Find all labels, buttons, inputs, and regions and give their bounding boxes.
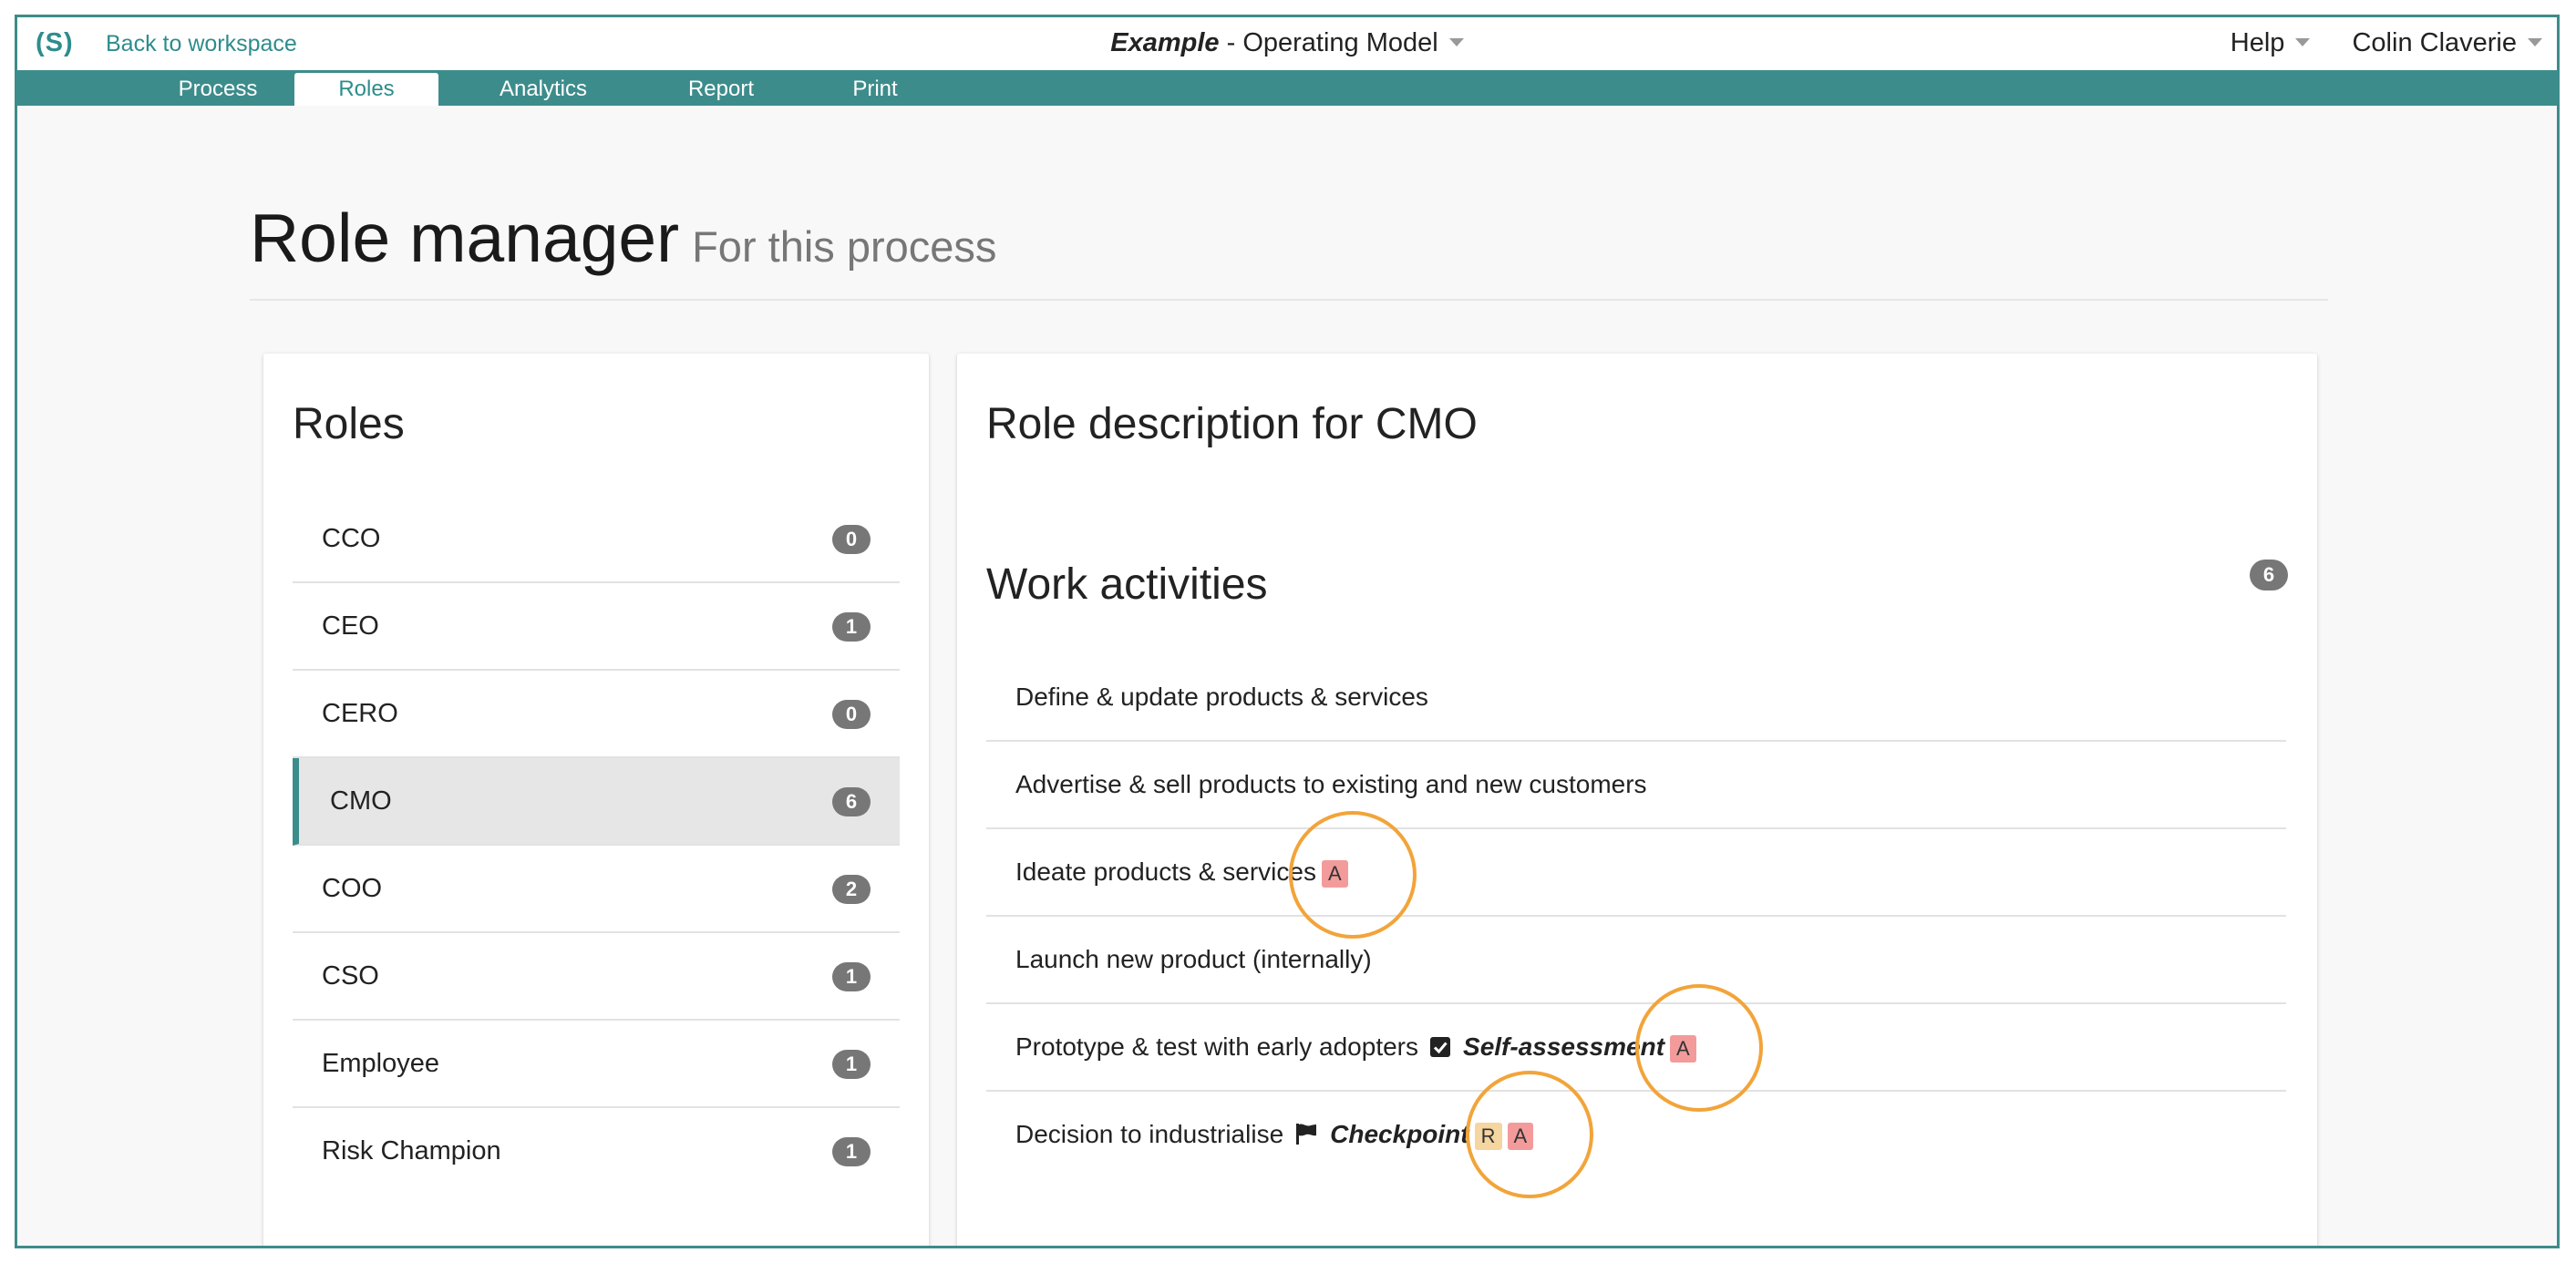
tab-process[interactable]: Process: [149, 73, 286, 106]
activity-item: Ideate products & services A: [986, 829, 2286, 917]
activity-item: Prototype & test with early adopters Sel…: [986, 1004, 2286, 1092]
top-right-menus: Help Colin Claverie: [2196, 26, 2542, 59]
role-item-ceo[interactable]: CEO 1: [293, 583, 900, 671]
chevron-down-icon: [2295, 37, 2311, 46]
gate-label: Checkpoint: [1330, 1120, 1469, 1148]
activity-item: Decision to industrialise Checkpoint R A: [986, 1092, 2286, 1177]
page-title: Role manager For this process: [250, 197, 2328, 288]
tab-report[interactable]: Report: [667, 73, 775, 106]
activity-line: Decision to industrialise Checkpoint R A: [1015, 1092, 1534, 1177]
role-name: COO: [322, 874, 383, 903]
user-name: Colin Claverie: [2352, 28, 2517, 57]
check-square-icon: [1429, 1033, 1458, 1061]
document-name: Example: [1110, 28, 1220, 57]
tab-analytics[interactable]: Analytics: [482, 73, 604, 106]
raci-badge-accountable: A: [1321, 859, 1348, 888]
activity-text: Prototype & test with early adopters: [1015, 1032, 1418, 1061]
raci-badge-responsible: R: [1474, 1122, 1502, 1150]
page-header: Role manager For this process: [250, 197, 2328, 301]
role-name: CMO: [330, 786, 392, 816]
page-title-text: Role manager: [250, 200, 680, 276]
role-item-cco[interactable]: CCO 0: [293, 496, 900, 583]
raci-badge-accountable: A: [1507, 1122, 1534, 1150]
role-item-cmo[interactable]: CMO 6: [293, 758, 900, 846]
roles-heading: Roles: [293, 400, 405, 448]
activity-text: Define & update products & services: [1015, 683, 1428, 711]
activities-count-badge: 6: [2250, 560, 2288, 590]
role-item-employee[interactable]: Employee 1: [293, 1021, 900, 1108]
work-activities-list: Define & update products & services Adve…: [986, 654, 2286, 1177]
chevron-down-icon: [1448, 37, 1464, 46]
roles-list: CCO 0 CEO 1 CERO 0 CMO 6 COO 2 CSO 1 Emp…: [293, 496, 900, 1194]
role-item-coo[interactable]: COO 2: [293, 846, 900, 933]
activity-item: Define & update products & services: [986, 654, 2286, 742]
role-item-risk-champion[interactable]: Risk Champion 1: [293, 1108, 900, 1194]
activity-item: Launch new product (internally): [986, 917, 2286, 1004]
help-menu-label: Help: [2230, 28, 2285, 57]
activity-item: Advertise & sell products to existing an…: [986, 742, 2286, 829]
role-count-badge: 0: [832, 700, 871, 729]
activity-line: Ideate products & services A: [1015, 829, 1348, 915]
work-activities-heading: Work activities: [986, 560, 1268, 609]
tab-roles[interactable]: Roles: [294, 73, 438, 106]
role-count-badge: 1: [832, 612, 871, 642]
app-frame: (S) Back to workspace Example - Operatin…: [15, 15, 2560, 1248]
document-title-rest: - Operating Model: [1219, 28, 1438, 57]
role-item-cero[interactable]: CERO 0: [293, 671, 900, 758]
user-menu[interactable]: Colin Claverie: [2352, 28, 2542, 57]
page-subtitle: For this process: [692, 222, 997, 271]
main-content: Role manager For this process Roles CCO 0…: [17, 106, 2557, 1246]
role-description-heading: Role description for CMO: [986, 400, 1478, 448]
role-name: Risk Champion: [322, 1136, 501, 1165]
roles-panel: Roles CCO 0 CEO 1 CERO 0 CMO 6 COO 2 CSO…: [263, 354, 929, 1246]
role-name: CSO: [322, 961, 379, 991]
flag-icon: [1294, 1121, 1324, 1148]
activity-line: Prototype & test with early adopters Sel…: [1015, 1004, 1696, 1090]
role-count-badge: 2: [832, 875, 871, 904]
role-count-badge: 1: [832, 1050, 871, 1079]
role-count-badge: 0: [832, 525, 871, 554]
role-item-cso[interactable]: CSO 1: [293, 933, 900, 1021]
role-name: Employee: [322, 1049, 439, 1078]
activity-text: Ideate products & services: [1015, 857, 1316, 886]
help-menu[interactable]: Help: [2231, 28, 2311, 57]
activity-text: Decision to industrialise: [1015, 1120, 1284, 1148]
role-count-badge: 6: [832, 787, 871, 816]
gate-label: Self-assessment: [1463, 1032, 1665, 1061]
role-name: CERO: [322, 699, 398, 728]
role-description-panel: Role description for CMO Work activities…: [957, 354, 2317, 1246]
raci-badge-accountable: A: [1670, 1034, 1696, 1063]
activity-text: Launch new product (internally): [1015, 945, 1372, 973]
nav-tabs-bar: Process Roles Analytics Report Print: [17, 70, 2557, 106]
tab-print[interactable]: Print: [833, 73, 917, 106]
role-count-badge: 1: [832, 962, 871, 991]
chevron-down-icon: [2528, 37, 2542, 46]
role-name: CCO: [322, 524, 381, 553]
activity-text: Advertise & sell products to existing an…: [1015, 770, 1647, 798]
top-bar: (S) Back to workspace Example - Operatin…: [17, 17, 2557, 71]
role-name: CEO: [322, 611, 379, 641]
document-title-dropdown[interactable]: Example - Operating Model: [17, 26, 2557, 59]
role-count-badge: 1: [832, 1137, 871, 1166]
